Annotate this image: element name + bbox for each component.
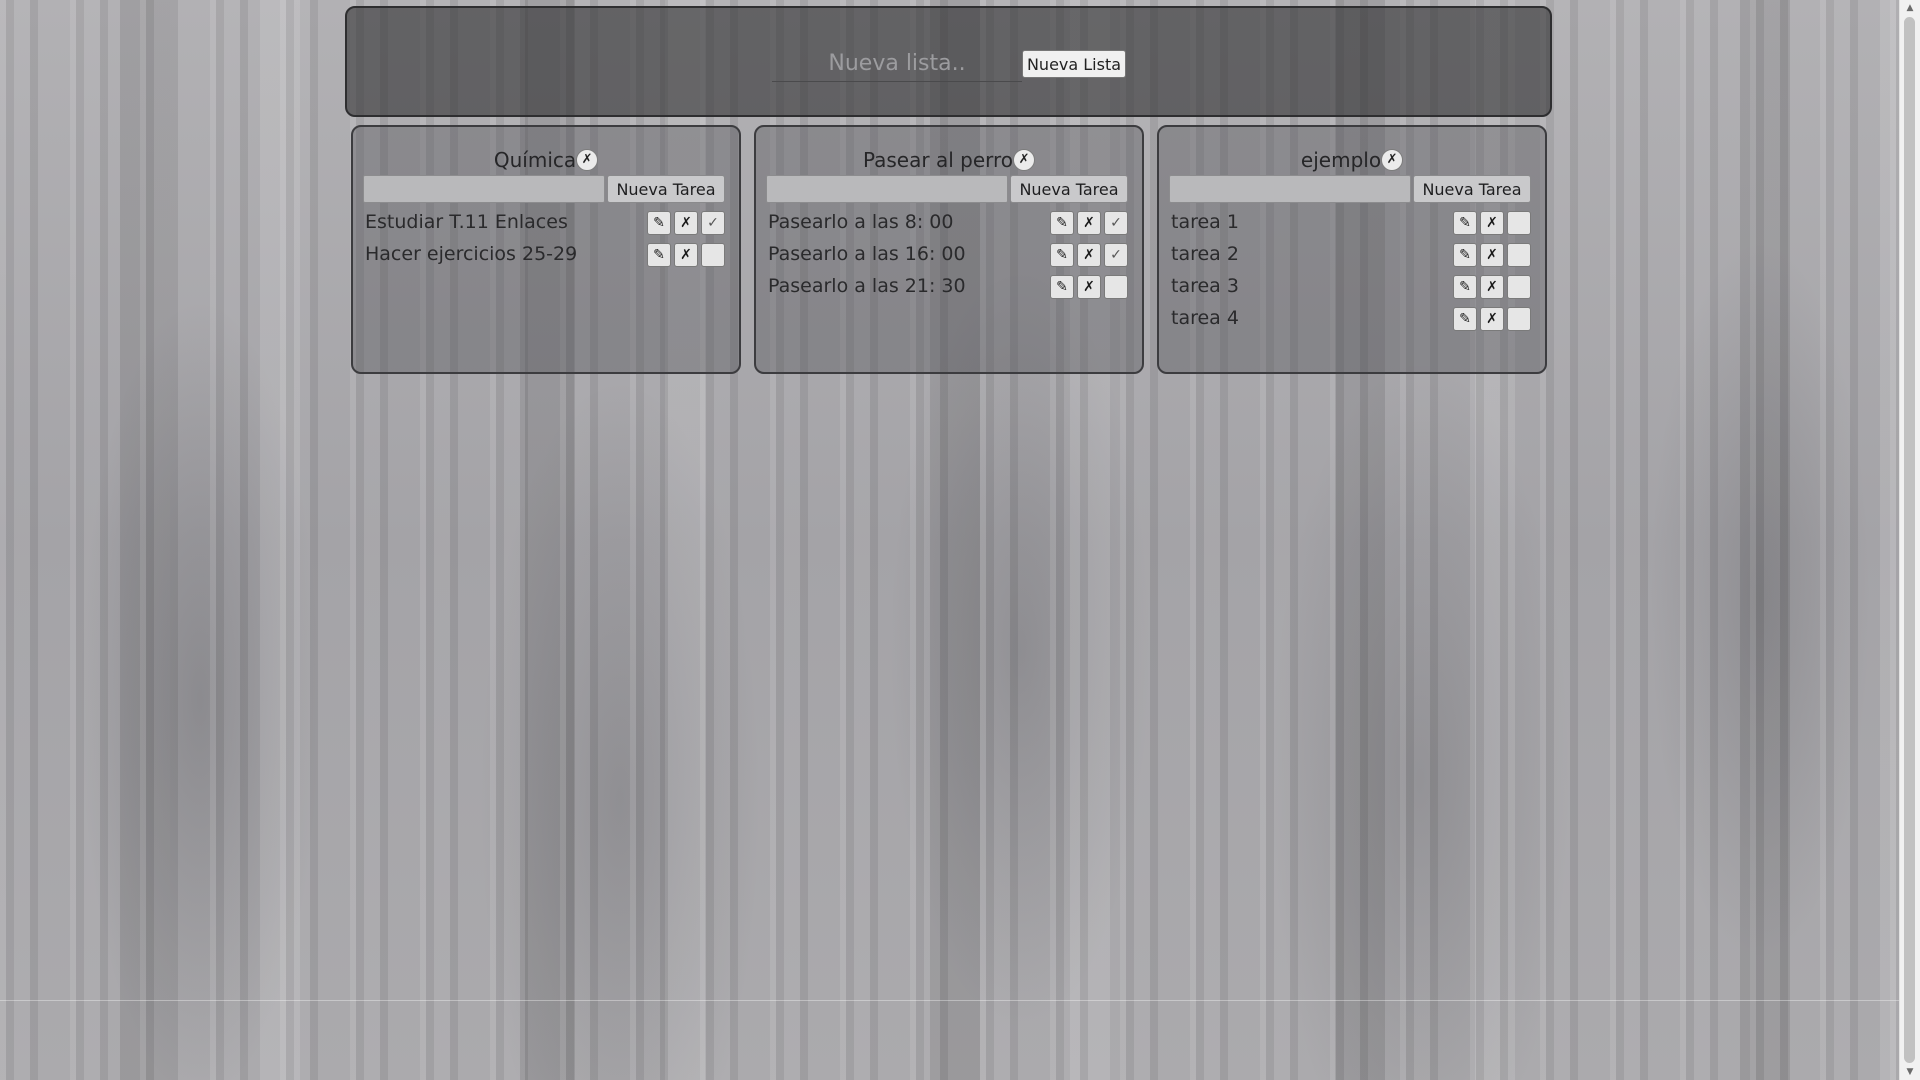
list-panel-ejemplo: ejemplo ✗ Nueva Tarea tarea 1 ✎ ✗ tarea 2… (1157, 125, 1547, 374)
list-panel-pasear-al-perro: Pasear al perro ✗ Nueva Tarea Pasearlo a … (754, 125, 1144, 374)
complete-task-checkbox[interactable] (1507, 275, 1531, 299)
edit-task-button[interactable]: ✎ (1050, 275, 1074, 299)
new-task-button[interactable]: Nueva Tarea (1010, 175, 1128, 203)
edit-task-button[interactable]: ✎ (1050, 243, 1074, 267)
delete-task-button[interactable]: ✗ (674, 243, 698, 267)
task-text: Hacer ejercicios 25-29 (365, 243, 578, 265)
complete-task-checkbox[interactable] (1507, 307, 1531, 331)
edit-task-button[interactable]: ✎ (647, 211, 671, 235)
list-title-row: Pasear al perro ✗ (756, 147, 1142, 173)
complete-task-checkbox[interactable]: ✓ (1104, 243, 1128, 267)
delete-list-button[interactable]: ✗ (1381, 149, 1404, 171)
delete-task-button[interactable]: ✗ (1077, 211, 1101, 235)
complete-task-checkbox[interactable] (1507, 211, 1531, 235)
scrollbar-thumb[interactable] (1904, 17, 1915, 1063)
complete-task-checkbox[interactable] (1507, 243, 1531, 267)
complete-task-checkbox[interactable] (701, 243, 725, 267)
task-text: Pasearlo a las 8: 00 (768, 211, 954, 233)
task-item: tarea 4 ✎ ✗ (1171, 305, 1531, 331)
task-text: Pasearlo a las 16: 00 (768, 243, 966, 265)
delete-list-button[interactable]: ✗ (576, 149, 599, 171)
delete-task-button[interactable]: ✗ (1077, 243, 1101, 267)
task-item: Pasearlo a las 8: 00 ✎ ✗ ✓ (768, 209, 1128, 235)
edit-task-button[interactable]: ✎ (1453, 275, 1477, 299)
delete-task-button[interactable]: ✗ (1480, 275, 1504, 299)
delete-task-button[interactable]: ✗ (1480, 211, 1504, 235)
task-item: Pasearlo a las 21: 30 ✎ ✗ (768, 273, 1128, 299)
background-seam (0, 1000, 1900, 1001)
new-task-button[interactable]: Nueva Tarea (1413, 175, 1531, 203)
new-task-button[interactable]: Nueva Tarea (607, 175, 725, 203)
task-item: tarea 1 ✎ ✗ (1171, 209, 1531, 235)
new-list-input[interactable] (772, 46, 1022, 82)
edit-task-button[interactable]: ✎ (1453, 307, 1477, 331)
list-panel-quimica: Química ✗ Nueva Tarea Estudiar T.11 Enlac… (351, 125, 741, 374)
task-text: tarea 2 (1171, 243, 1239, 265)
list-title-row: Química ✗ (353, 147, 739, 173)
complete-task-checkbox[interactable]: ✓ (701, 211, 725, 235)
task-text: tarea 3 (1171, 275, 1239, 297)
task-item: tarea 3 ✎ ✗ (1171, 273, 1531, 299)
task-item: Estudiar T.11 Enlaces ✎ ✗ ✓ (365, 209, 725, 235)
list-title: Pasear al perro (862, 148, 1014, 172)
vertical-scrollbar[interactable]: ▲ ▼ (1899, 0, 1920, 1080)
delete-task-button[interactable]: ✗ (1077, 275, 1101, 299)
task-text: Pasearlo a las 21: 30 (768, 275, 966, 297)
task-item: Hacer ejercicios 25-29 ✎ ✗ (365, 241, 725, 267)
new-task-input[interactable] (363, 175, 605, 203)
list-title: Química (493, 148, 577, 172)
complete-task-checkbox[interactable]: ✓ (1104, 211, 1128, 235)
edit-task-button[interactable]: ✎ (647, 243, 671, 267)
new-task-input[interactable] (1169, 175, 1411, 203)
task-text: tarea 4 (1171, 307, 1239, 329)
task-item: tarea 2 ✎ ✗ (1171, 241, 1531, 267)
new-list-header: Nueva Lista (345, 6, 1552, 117)
list-title: ejemplo (1300, 148, 1382, 172)
delete-list-button[interactable]: ✗ (1013, 149, 1036, 171)
delete-task-button[interactable]: ✗ (1480, 307, 1504, 331)
delete-task-button[interactable]: ✗ (1480, 243, 1504, 267)
complete-task-checkbox[interactable] (1104, 275, 1128, 299)
new-task-input[interactable] (766, 175, 1008, 203)
new-list-button[interactable]: Nueva Lista (1022, 50, 1126, 78)
task-text: Estudiar T.11 Enlaces (365, 211, 568, 233)
edit-task-button[interactable]: ✎ (1453, 211, 1477, 235)
list-title-row: ejemplo ✗ (1159, 147, 1545, 173)
delete-task-button[interactable]: ✗ (674, 211, 698, 235)
edit-task-button[interactable]: ✎ (1050, 211, 1074, 235)
scroll-down-arrow-icon[interactable]: ▼ (1900, 1064, 1920, 1080)
task-item: Pasearlo a las 16: 00 ✎ ✗ ✓ (768, 241, 1128, 267)
scroll-up-arrow-icon[interactable]: ▲ (1900, 0, 1920, 16)
edit-task-button[interactable]: ✎ (1453, 243, 1477, 267)
task-text: tarea 1 (1171, 211, 1239, 233)
